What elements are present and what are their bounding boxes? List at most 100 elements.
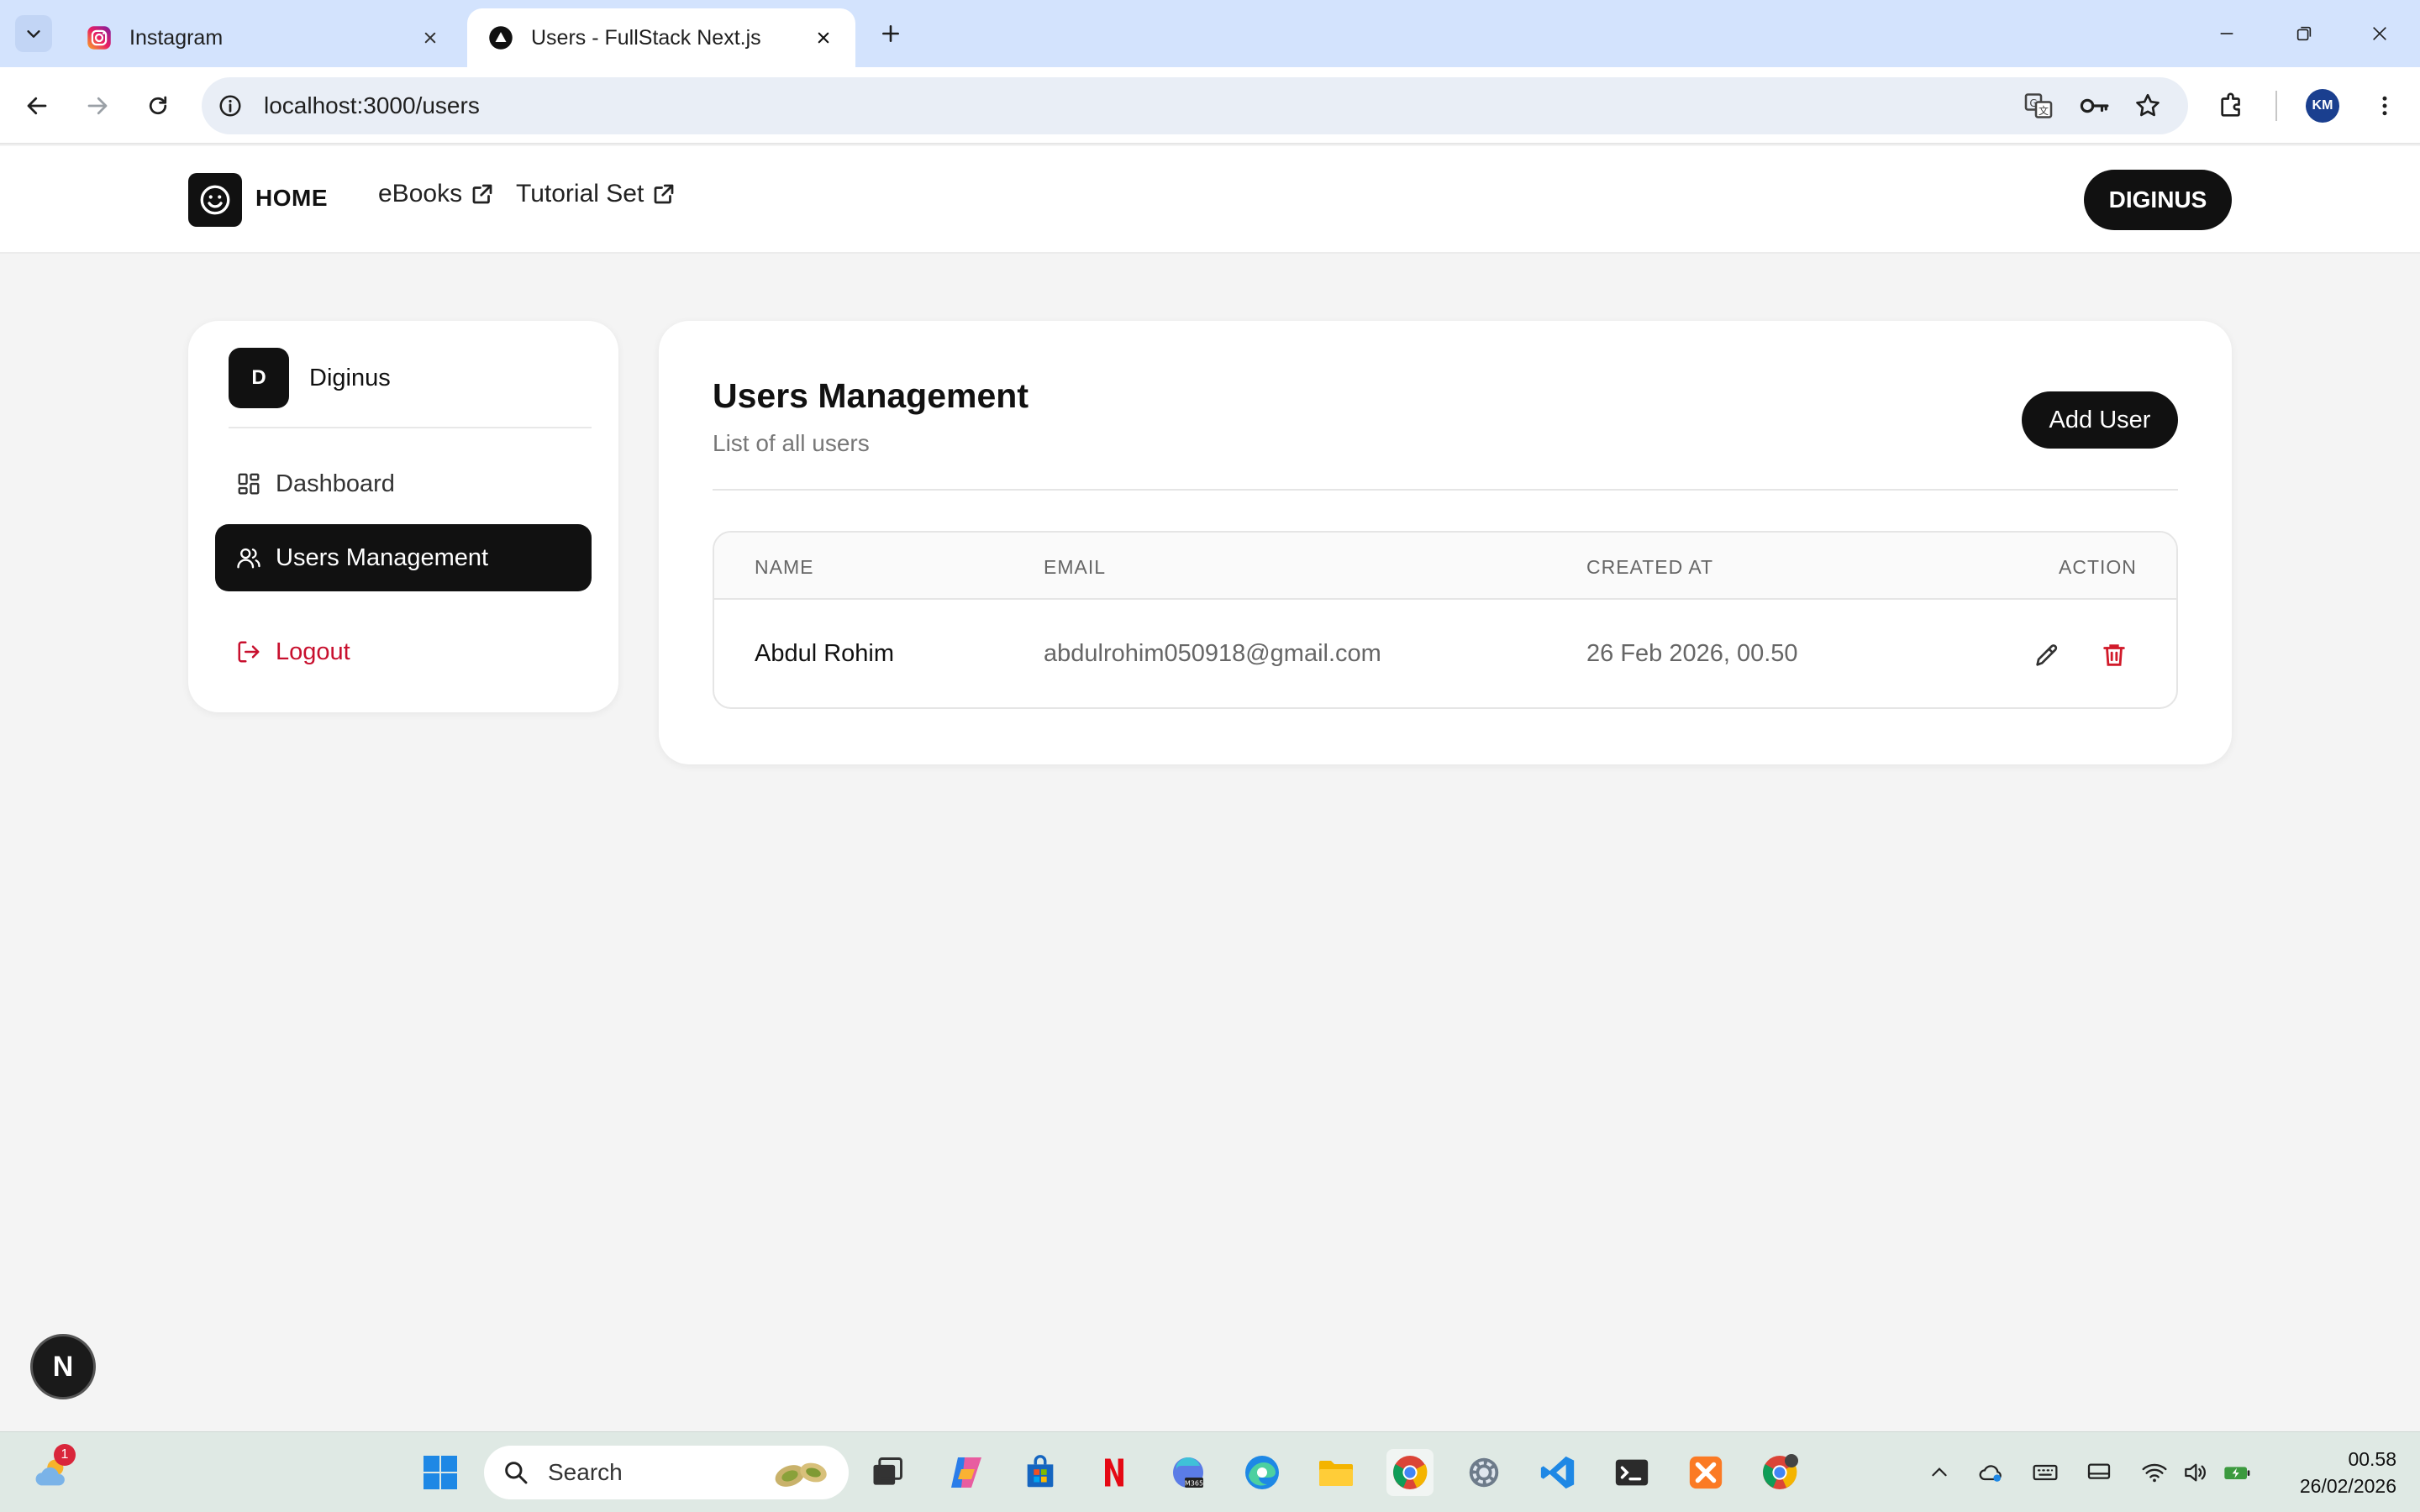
- copilot-icon[interactable]: [943, 1449, 990, 1496]
- translate-icon[interactable]: G文: [2022, 89, 2055, 123]
- user-name-cell: Abdul Rohim: [755, 640, 895, 667]
- clock-date: 26/02/2026: [2299, 1475, 2396, 1497]
- clock-time: 00.58: [2348, 1448, 2396, 1470]
- column-header-email: EMAIL: [1044, 556, 1107, 578]
- card-divider: [713, 489, 2178, 491]
- user-created-at-cell: 26 Feb 2026, 00.50: [1586, 640, 1798, 667]
- onedrive-cloud-icon[interactable]: [1976, 1457, 2007, 1488]
- sidebar-item-dashboard[interactable]: Dashboard: [215, 450, 592, 517]
- url-text[interactable]: localhost:3000/users: [264, 92, 480, 119]
- show-hidden-icons-chevron-icon[interactable]: [1924, 1457, 1954, 1488]
- nextjs-triangle-icon: [487, 24, 514, 51]
- sidebar-item-label: Users Management: [276, 543, 489, 571]
- delete-trash-icon[interactable]: [2097, 638, 2131, 672]
- terminal-icon[interactable]: [1608, 1449, 1655, 1496]
- task-view-icon[interactable]: [864, 1449, 911, 1496]
- svg-text:M365: M365: [1185, 1480, 1203, 1488]
- sidebar-item-label: Dashboard: [276, 470, 395, 497]
- back-arrow-icon[interactable]: [18, 87, 55, 124]
- taskbar-clock[interactable]: 00.58 26/02/2026: [2279, 1446, 2396, 1499]
- restore-window-icon[interactable]: [2284, 13, 2324, 54]
- battery-charging-icon[interactable]: [2222, 1457, 2252, 1488]
- tutorial-set-label: Tutorial Set: [516, 180, 644, 207]
- smiley-logo-icon[interactable]: [188, 173, 242, 227]
- file-explorer-icon[interactable]: [1313, 1449, 1360, 1496]
- close-tab-icon[interactable]: [418, 26, 442, 50]
- page-title: Users Management: [713, 376, 1028, 415]
- sidebar-user-name: Diginus: [309, 365, 391, 391]
- ebooks-link[interactable]: eBooks: [378, 180, 496, 208]
- windows-start-icon[interactable]: [417, 1449, 464, 1496]
- taskbar-search-box[interactable]: Search: [484, 1446, 849, 1499]
- microsoft-store-icon[interactable]: [1017, 1449, 1064, 1496]
- users-management-card: Users Management List of all users Add U…: [659, 321, 2232, 764]
- search-placeholder: Search: [548, 1459, 623, 1485]
- edit-pencil-icon[interactable]: [2030, 638, 2064, 672]
- close-tab-icon[interactable]: [812, 26, 835, 50]
- logout-icon: [235, 638, 262, 665]
- search-icon: [501, 1457, 531, 1488]
- bookmark-star-icon[interactable]: [2131, 89, 2165, 123]
- home-link[interactable]: HOME: [255, 185, 328, 212]
- profile-avatar-icon[interactable]: KM: [2304, 87, 2341, 124]
- close-window-icon[interactable]: [2360, 13, 2400, 54]
- windows-taskbar: 1 Search M365 00.58 26/02/2026: [0, 1431, 2420, 1512]
- browser-tab-bar: Instagram Users - FullStack Next.js: [0, 0, 2420, 67]
- weather-notification-badge: 1: [54, 1444, 76, 1466]
- column-header-created-at: CREATED AT: [1586, 556, 1713, 578]
- nextjs-dev-indicator[interactable]: N: [30, 1334, 96, 1399]
- netflix-icon[interactable]: [1091, 1449, 1138, 1496]
- logout-button[interactable]: Logout: [215, 618, 592, 685]
- vscode-icon[interactable]: [1534, 1449, 1581, 1496]
- browser-tab-users[interactable]: Users - FullStack Next.js: [467, 8, 855, 67]
- tutorial-set-link[interactable]: Tutorial Set: [516, 180, 677, 208]
- forward-arrow-icon[interactable]: [79, 87, 116, 124]
- column-header-action: ACTION: [2059, 556, 2137, 578]
- edge-browser-icon[interactable]: [1239, 1449, 1286, 1496]
- logout-label: Logout: [276, 638, 350, 665]
- microsoft-365-icon[interactable]: M365: [1165, 1449, 1212, 1496]
- display-icon[interactable]: [2084, 1457, 2114, 1488]
- table-row: Abdul Rohim abdulrohim050918@gmail.com 2…: [714, 601, 2176, 707]
- avatar: D: [229, 348, 289, 408]
- sidebar: D Diginus Dashboard Users Management Log…: [188, 321, 618, 712]
- add-user-button[interactable]: Add User: [2022, 391, 2178, 449]
- extensions-puzzle-icon[interactable]: [2213, 87, 2250, 124]
- app-header: HOME eBooks Tutorial Set DIGINUS: [0, 146, 2420, 254]
- sidebar-divider: [229, 427, 592, 428]
- browser-tab-instagram[interactable]: Instagram: [66, 8, 462, 67]
- keyboard-icon[interactable]: [2030, 1457, 2060, 1488]
- table-header: NAME EMAIL CREATED AT ACTION: [714, 533, 2176, 600]
- external-link-icon: [469, 181, 496, 207]
- xampp-icon[interactable]: [1682, 1449, 1729, 1496]
- tab-title: Users - FullStack Next.js: [531, 25, 761, 50]
- instagram-icon: [86, 24, 113, 51]
- minimize-window-icon[interactable]: [2207, 13, 2247, 54]
- wifi-icon[interactable]: [2139, 1457, 2170, 1488]
- sidebar-item-users-management[interactable]: Users Management: [215, 524, 592, 591]
- dashboard-grid-icon: [235, 470, 262, 497]
- reload-icon[interactable]: [139, 87, 176, 124]
- user-menu-button[interactable]: DIGINUS: [2084, 170, 2232, 230]
- site-info-icon[interactable]: [213, 89, 247, 123]
- browser-menu-icon[interactable]: [2366, 87, 2403, 124]
- column-header-name: NAME: [755, 556, 814, 578]
- toolbar-separator: [2275, 91, 2277, 121]
- settings-gear-icon[interactable]: [1460, 1449, 1507, 1496]
- volume-icon[interactable]: [2180, 1457, 2210, 1488]
- chrome-profile-icon[interactable]: [1756, 1449, 1803, 1496]
- users-table: NAME EMAIL CREATED AT ACTION Abdul Rohim…: [713, 531, 2178, 709]
- pistachio-search-highlight-icon: [770, 1452, 834, 1499]
- tab-title: Instagram: [129, 25, 224, 50]
- password-key-icon[interactable]: [2077, 89, 2111, 123]
- ebooks-label: eBooks: [378, 180, 463, 207]
- browser-toolbar: localhost:3000/users G文 KM: [0, 67, 2420, 144]
- user-email-cell: abdulrohim050918@gmail.com: [1044, 640, 1381, 667]
- external-link-icon: [650, 181, 677, 207]
- page-subtitle: List of all users: [713, 430, 870, 456]
- address-bar[interactable]: localhost:3000/users: [202, 77, 2188, 134]
- tab-search-chevron-icon[interactable]: [15, 15, 52, 52]
- svg-text:文: 文: [2039, 104, 2049, 117]
- new-tab-plus-icon[interactable]: [874, 17, 908, 50]
- chrome-icon[interactable]: [1386, 1449, 1434, 1496]
